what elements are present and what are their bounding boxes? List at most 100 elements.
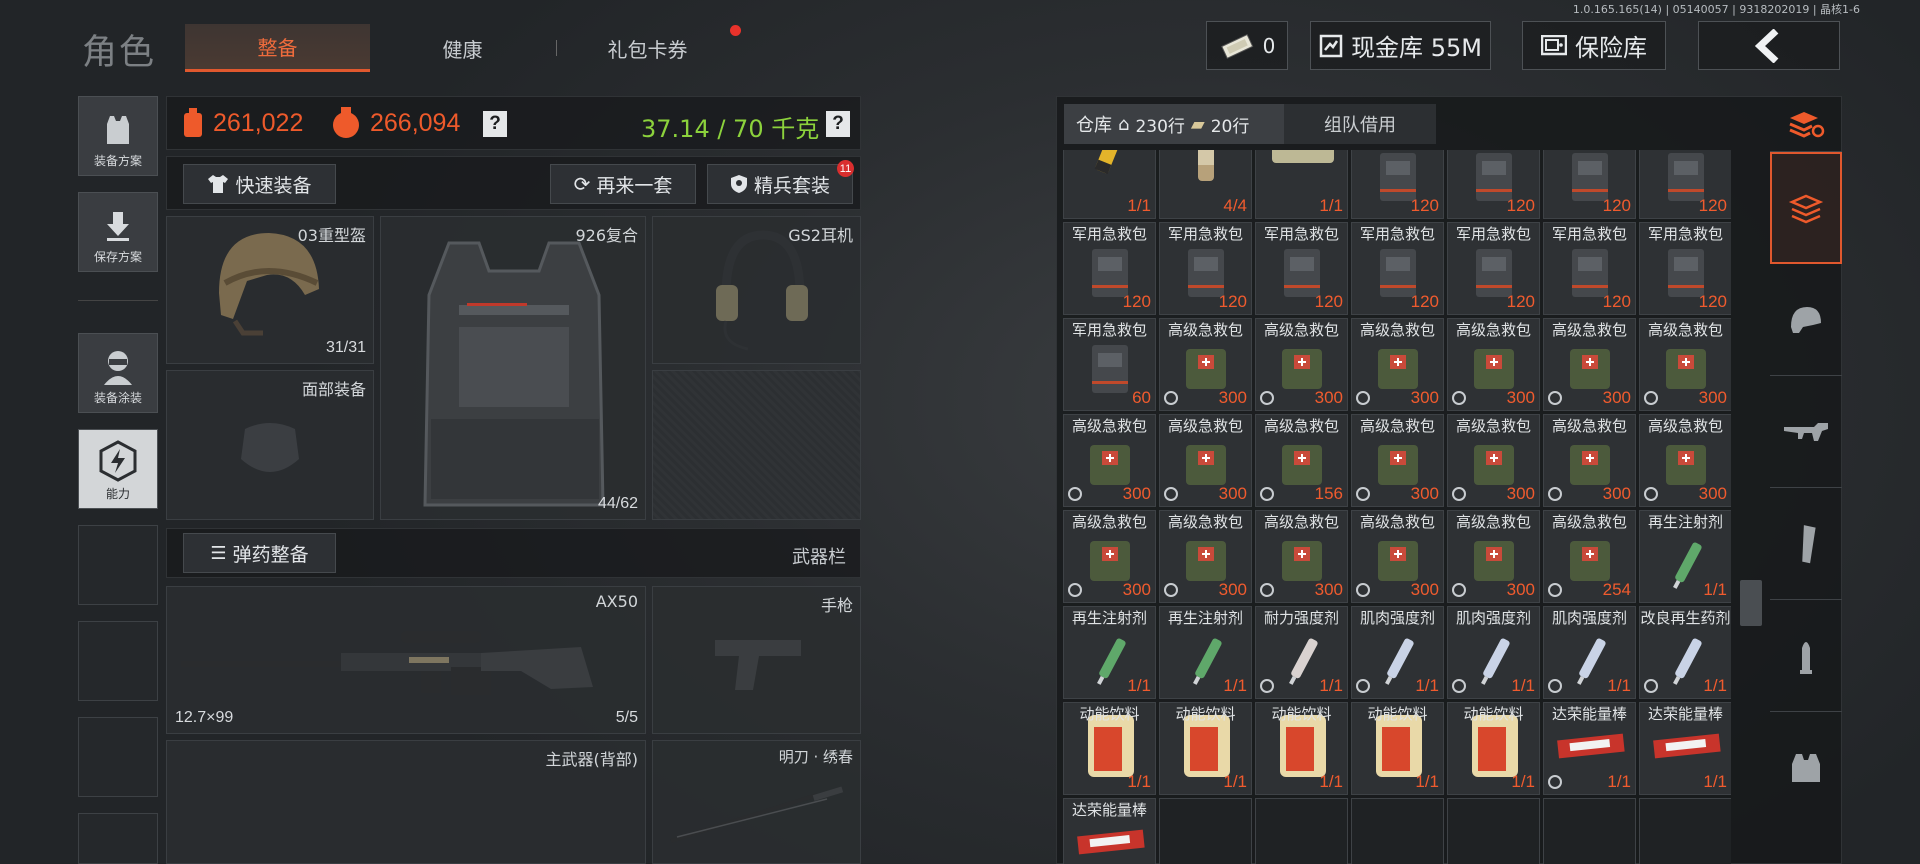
storage-item[interactable]: 动能饮料 1/1: [1351, 702, 1444, 795]
sort-stack-button[interactable]: [1770, 96, 1842, 152]
ammo-equip-button[interactable]: ☰ 弹药整备: [183, 533, 336, 573]
storage-empty-cell[interactable]: [1351, 798, 1444, 864]
storage-item[interactable]: 肌肉强度剂 1/1: [1543, 606, 1636, 699]
storage-item-count: 300: [1314, 388, 1343, 407]
storage-item[interactable]: 动能饮料 1/1: [1159, 702, 1252, 795]
storage-item[interactable]: 4/4: [1159, 150, 1252, 219]
quick-equip-button[interactable]: 快速装备: [183, 164, 336, 204]
storage-item[interactable]: 军用急救包 120: [1447, 222, 1540, 315]
pistol-slot[interactable]: 手枪: [652, 586, 861, 734]
storage-item[interactable]: 高级急救包 300: [1159, 414, 1252, 507]
storage-item[interactable]: 动能饮料 1/1: [1063, 702, 1156, 795]
loadout-plan-button[interactable]: 装备方案: [78, 96, 158, 176]
storage-item[interactable]: 120: [1543, 150, 1636, 219]
storage-item[interactable]: 达荣能量棒: [1063, 798, 1156, 864]
storage-scrollbar[interactable]: [1740, 580, 1762, 626]
category-magazine-tab[interactable]: [1770, 488, 1842, 600]
storage-item[interactable]: 高级急救包 300: [1447, 318, 1540, 411]
storage-item[interactable]: 高级急救包 300: [1543, 318, 1636, 411]
storage-item[interactable]: 军用急救包 120: [1639, 222, 1731, 315]
storage-item[interactable]: 改良再生药剂 1/1: [1639, 606, 1731, 699]
storage-item[interactable]: 军用急救包 120: [1543, 222, 1636, 315]
storage-item[interactable]: 120: [1351, 150, 1444, 219]
storage-item[interactable]: 高级急救包 300: [1351, 414, 1444, 507]
retry-set-button[interactable]: ⟳ 再来一套: [550, 164, 696, 204]
value-help-button[interactable]: ?: [483, 111, 507, 137]
cash-button[interactable]: 0: [1206, 21, 1288, 70]
storage-item[interactable]: 军用急救包 120: [1063, 222, 1156, 315]
ability-button[interactable]: 能力: [78, 429, 158, 509]
storage-item-count: 1/1: [1223, 772, 1247, 791]
armor-slot[interactable]: 926复合 44/62: [380, 216, 646, 520]
storage-tab[interactable]: 仓库 ⌂ 230行 ▰ 20行: [1064, 104, 1284, 144]
storage-item-count: 1/1: [1319, 772, 1343, 791]
storage-item[interactable]: 高级急救包 300: [1639, 318, 1731, 411]
home-icon: ⌂: [1118, 113, 1130, 135]
storage-empty-cell[interactable]: [1159, 798, 1252, 864]
storage-item[interactable]: 高级急救包 300: [1543, 414, 1636, 507]
storage-item[interactable]: 肌肉强度剂 1/1: [1351, 606, 1444, 699]
storage-item[interactable]: 高级急救包 300: [1351, 318, 1444, 411]
storage-item[interactable]: 高级急救包 156: [1255, 414, 1348, 507]
storage-item[interactable]: 军用急救包 120: [1255, 222, 1348, 315]
storage-item[interactable]: 肌肉强度剂 1/1: [1447, 606, 1540, 699]
storage-item[interactable]: 120: [1639, 150, 1731, 219]
headset-slot[interactable]: GS2耳机: [652, 216, 861, 364]
storage-empty-cell[interactable]: [1255, 798, 1348, 864]
weapon-bar-label: 武器栏: [792, 547, 846, 568]
ammo-list-icon: ☰: [210, 542, 227, 564]
category-rifle-tab[interactable]: [1770, 376, 1842, 488]
storage-item[interactable]: 1/1: [1063, 150, 1156, 219]
download-icon: [107, 212, 129, 241]
storage-item[interactable]: 高级急救包 300: [1639, 414, 1731, 507]
storage-item[interactable]: 达荣能量棒 1/1: [1639, 702, 1731, 795]
helmet-slot[interactable]: 03重型盔 31/31: [166, 216, 374, 364]
rifle-slot[interactable]: AX50 12.7×99 5/5: [166, 586, 646, 734]
storage-item[interactable]: 再生注射剂 1/1: [1639, 510, 1731, 603]
category-ammo-tab[interactable]: [1770, 600, 1842, 712]
back-button[interactable]: [1698, 21, 1840, 70]
storage-item[interactable]: 120: [1447, 150, 1540, 219]
face-slot[interactable]: 面部装备: [166, 370, 374, 520]
sword-icon: [670, 786, 844, 843]
storage-item[interactable]: 动能饮料 1/1: [1255, 702, 1348, 795]
cash-vault-button[interactable]: 现金库 55M: [1310, 21, 1491, 70]
storage-empty-cell[interactable]: [1447, 798, 1540, 864]
melee-slot[interactable]: 明刀 · 绣春: [652, 740, 861, 864]
tab-health[interactable]: 健康: [370, 24, 555, 72]
tab-gift-cards[interactable]: 礼包卡券: [555, 24, 740, 72]
storage-item[interactable]: 高级急救包 300: [1447, 510, 1540, 603]
storage-item[interactable]: 军用急救包 120: [1351, 222, 1444, 315]
storage-item[interactable]: 高级急救包 300: [1255, 318, 1348, 411]
save-plan-button[interactable]: 保存方案: [78, 192, 158, 272]
storage-item[interactable]: 高级急救包 300: [1255, 510, 1348, 603]
storage-item[interactable]: 耐力强度剂 1/1: [1255, 606, 1348, 699]
equipment-skin-button[interactable]: 装备涂装: [78, 333, 158, 413]
storage-item[interactable]: 高级急救包 300: [1159, 510, 1252, 603]
storage-item[interactable]: 动能饮料 1/1: [1447, 702, 1540, 795]
team-borrow-tab[interactable]: 组队借用: [1284, 104, 1436, 144]
storage-empty-cell[interactable]: [1639, 798, 1731, 864]
category-helmet-tab[interactable]: [1770, 264, 1842, 376]
category-vest-tab[interactable]: [1770, 712, 1842, 824]
storage-item[interactable]: 高级急救包 300: [1351, 510, 1444, 603]
storage-item[interactable]: 高级急救包 300: [1063, 414, 1156, 507]
category-all-tab[interactable]: [1770, 152, 1842, 264]
extra-gear-slot[interactable]: [652, 370, 861, 520]
storage-empty-cell[interactable]: [1543, 798, 1636, 864]
storage-item[interactable]: 高级急救包 254: [1543, 510, 1636, 603]
storage-item[interactable]: 再生注射剂 1/1: [1063, 606, 1156, 699]
storage-item[interactable]: 高级急救包 300: [1447, 414, 1540, 507]
weight-help-button[interactable]: ?: [826, 111, 850, 137]
storage-item[interactable]: 达荣能量棒 1/1: [1543, 702, 1636, 795]
storage-item[interactable]: 高级急救包 300: [1063, 510, 1156, 603]
tab-equip[interactable]: 整备: [185, 24, 370, 72]
primary-back-slot[interactable]: 主武器(背部): [166, 740, 646, 864]
storage-item[interactable]: 军用急救包 120: [1159, 222, 1252, 315]
elite-set-button[interactable]: 精兵套装: [707, 164, 853, 204]
storage-item[interactable]: 高级急救包 300: [1159, 318, 1252, 411]
storage-item[interactable]: 1/1: [1255, 150, 1348, 219]
storage-item[interactable]: 军用急救包 60: [1063, 318, 1156, 411]
safe-vault-button[interactable]: 保险库: [1522, 21, 1666, 70]
storage-item[interactable]: 再生注射剂 1/1: [1159, 606, 1252, 699]
